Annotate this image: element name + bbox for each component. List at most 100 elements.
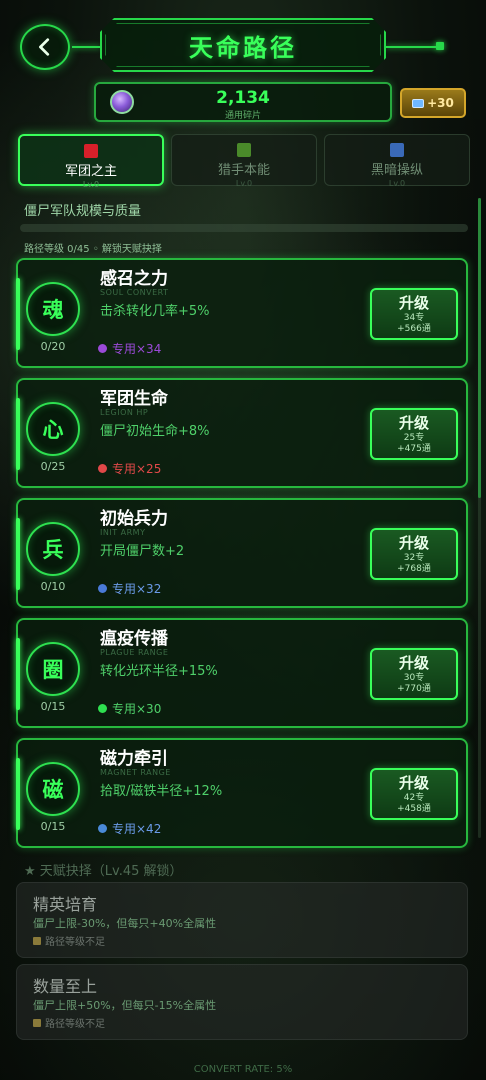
- skill-level-count: 0/15: [40, 700, 66, 713]
- skill-requirement: 专用×25: [98, 460, 161, 477]
- convert-rate-footer: CONVERT RATE: 5%: [193, 1064, 293, 1075]
- header-deco-line-left: [72, 46, 100, 48]
- tab-color-icon: [237, 143, 251, 157]
- talent-description: 僵尸上限+50%，但每只-15%全属性: [33, 999, 217, 1012]
- skill-en-name: INIT ARMY: [100, 528, 146, 537]
- skill-description: 转化光环半径+15%: [100, 664, 218, 679]
- upgrade-gold: +458通: [397, 804, 431, 814]
- upgrade-cost: 25专: [403, 433, 425, 443]
- title-frame: 天命路径: [100, 18, 386, 72]
- skill-level-count: 0/15: [40, 820, 66, 833]
- skill-card: 圈 0/15 瘟疫传播 PLAGUE RANGE 转化光环半径+15% 专用×3…: [16, 618, 468, 728]
- upgrade-button[interactable]: 升级 34专 +566通: [370, 288, 458, 340]
- page-title: 天命路径: [189, 33, 297, 62]
- lock-icon: [33, 1018, 41, 1027]
- soldier-rune-icon: 兵: [26, 522, 80, 576]
- skill-name: 军团生命: [100, 389, 168, 409]
- upgrade-gold: +770通: [397, 684, 431, 694]
- talent-description: 僵尸上限-30%，但每只+40%全属性: [33, 917, 217, 930]
- path-subtitle: 僵尸军队规模与质量: [24, 204, 142, 219]
- back-button[interactable]: [20, 24, 70, 70]
- tab-label: 猎手本能: [217, 163, 270, 178]
- circle-rune-icon: 圈: [26, 642, 80, 696]
- gem-button[interactable]: +30: [400, 88, 466, 118]
- upgrade-cost: 32专: [403, 553, 425, 563]
- talent-card[interactable]: 精英培育 僵尸上限-30%，但每只+40%全属性 路径等级不足: [16, 882, 468, 958]
- soul-rune-icon: 魂: [26, 282, 80, 336]
- heart-rune-icon: 心: [26, 402, 80, 456]
- upgrade-cost: 42专: [403, 793, 425, 803]
- requirement-text: 专用×25: [112, 462, 162, 476]
- skill-description: 击杀转化几率+5%: [100, 304, 210, 319]
- tab-hunter-instinct[interactable]: 猎手本能 Lv.0: [171, 134, 317, 188]
- tab-color-icon: [390, 143, 404, 157]
- skill-level-count: 0/10: [40, 580, 66, 593]
- header-deco-dot: [436, 42, 444, 50]
- talent-name: 数量至上: [33, 977, 98, 996]
- talent-lock: 路径等级不足: [33, 933, 105, 948]
- skill-card: 磁 0/15 磁力牵引 MAGNET RANGE 拾取/磁铁半径+12% 专用×…: [16, 738, 468, 848]
- currency-label: 通用碎片: [224, 111, 261, 121]
- skill-requirement: 专用×34: [98, 340, 161, 357]
- scrollbar-thumb[interactable]: [478, 198, 481, 498]
- gem-label: +30: [427, 96, 454, 110]
- skill-en-name: LEGION HP: [100, 408, 149, 417]
- upgrade-label: 升级: [398, 534, 429, 552]
- tab-level: Lv.0: [235, 179, 253, 188]
- talent-lock: 路径等级不足: [33, 1015, 105, 1030]
- requirement-text: 专用×30: [112, 702, 162, 716]
- requirement-dot-icon: [98, 464, 107, 473]
- talent-heading: ★ 天赋抉择（Lv.45 解锁）: [24, 864, 183, 879]
- tab-level: Lv.0: [82, 180, 100, 189]
- lock-icon: [33, 936, 41, 945]
- requirement-text: 专用×42: [112, 822, 162, 836]
- scrollbar[interactable]: [478, 198, 481, 838]
- talent-card[interactable]: 数量至上 僵尸上限+50%，但每只-15%全属性 路径等级不足: [16, 964, 468, 1040]
- skill-description: 拾取/磁铁半径+12%: [100, 784, 223, 799]
- skill-en-name: MAGNET RANGE: [100, 768, 171, 777]
- skill-card: 魂 0/20 感召之力 SOUL CONVERT 击杀转化几率+5% 专用×34…: [16, 258, 468, 368]
- upgrade-button[interactable]: 升级 25专 +475通: [370, 408, 458, 460]
- upgrade-label: 升级: [398, 294, 429, 312]
- upgrade-label: 升级: [398, 414, 429, 432]
- skill-requirement: 专用×32: [98, 580, 161, 597]
- path-progress-bar: [20, 224, 468, 232]
- tab-dark-manipulation[interactable]: 黑暗操纵 Lv.0: [324, 134, 470, 188]
- requirement-dot-icon: [98, 824, 107, 833]
- skill-requirement: 专用×30: [98, 700, 161, 717]
- upgrade-cost: 30专: [403, 673, 425, 683]
- requirement-text: 专用×34: [112, 342, 162, 356]
- skill-name: 瘟疫传播: [100, 629, 168, 649]
- requirement-dot-icon: [98, 704, 107, 713]
- upgrade-gold: +475通: [397, 444, 431, 454]
- skill-en-name: PLAGUE RANGE: [100, 648, 169, 657]
- upgrade-label: 升级: [398, 774, 429, 792]
- skill-level-count: 0/25: [40, 460, 66, 473]
- upgrade-button[interactable]: 升级 42专 +458通: [370, 768, 458, 820]
- upgrade-button[interactable]: 升级 32专 +768通: [370, 528, 458, 580]
- back-arrow-icon: [39, 38, 50, 56]
- talent-name: 精英培育: [33, 895, 98, 914]
- upgrade-button[interactable]: 升级 30专 +770通: [370, 648, 458, 700]
- upgrade-cost: 34专: [403, 313, 425, 323]
- upgrade-gold: +566通: [397, 324, 431, 334]
- requirement-dot-icon: [98, 584, 107, 593]
- gem-icon: [412, 98, 425, 108]
- talent-lock-text: 路径等级不足: [45, 937, 105, 948]
- requirement-text: 专用×32: [112, 582, 162, 596]
- skill-card: 兵 0/10 初始兵力 INIT ARMY 开局僵尸数+2 专用×32 升级 3…: [16, 498, 468, 608]
- header: 天命路径: [0, 18, 486, 72]
- upgrade-gold: +768通: [397, 564, 431, 574]
- skill-en-name: SOUL CONVERT: [100, 288, 169, 297]
- skill-requirement: 专用×42: [98, 820, 161, 837]
- skill-name: 磁力牵引: [100, 749, 168, 769]
- tab-label: 军团之主: [64, 164, 117, 179]
- tab-legion-lord[interactable]: 军团之主 Lv.0: [18, 134, 164, 189]
- skill-description: 僵尸初始生命+8%: [100, 424, 210, 439]
- tab-level: Lv.0: [388, 179, 406, 188]
- skill-card: 心 0/25 军团生命 LEGION HP 僵尸初始生命+8% 专用×25 升级…: [16, 378, 468, 488]
- path-level-text: 路径等级 0/45 ◦ 解锁天赋抉择: [24, 244, 162, 255]
- currency-value: 2,134: [216, 88, 270, 108]
- path-tabs: 军团之主 Lv.0 猎手本能 Lv.0 黑暗操纵 Lv.0: [18, 134, 470, 189]
- magnet-rune-icon: 磁: [26, 762, 80, 816]
